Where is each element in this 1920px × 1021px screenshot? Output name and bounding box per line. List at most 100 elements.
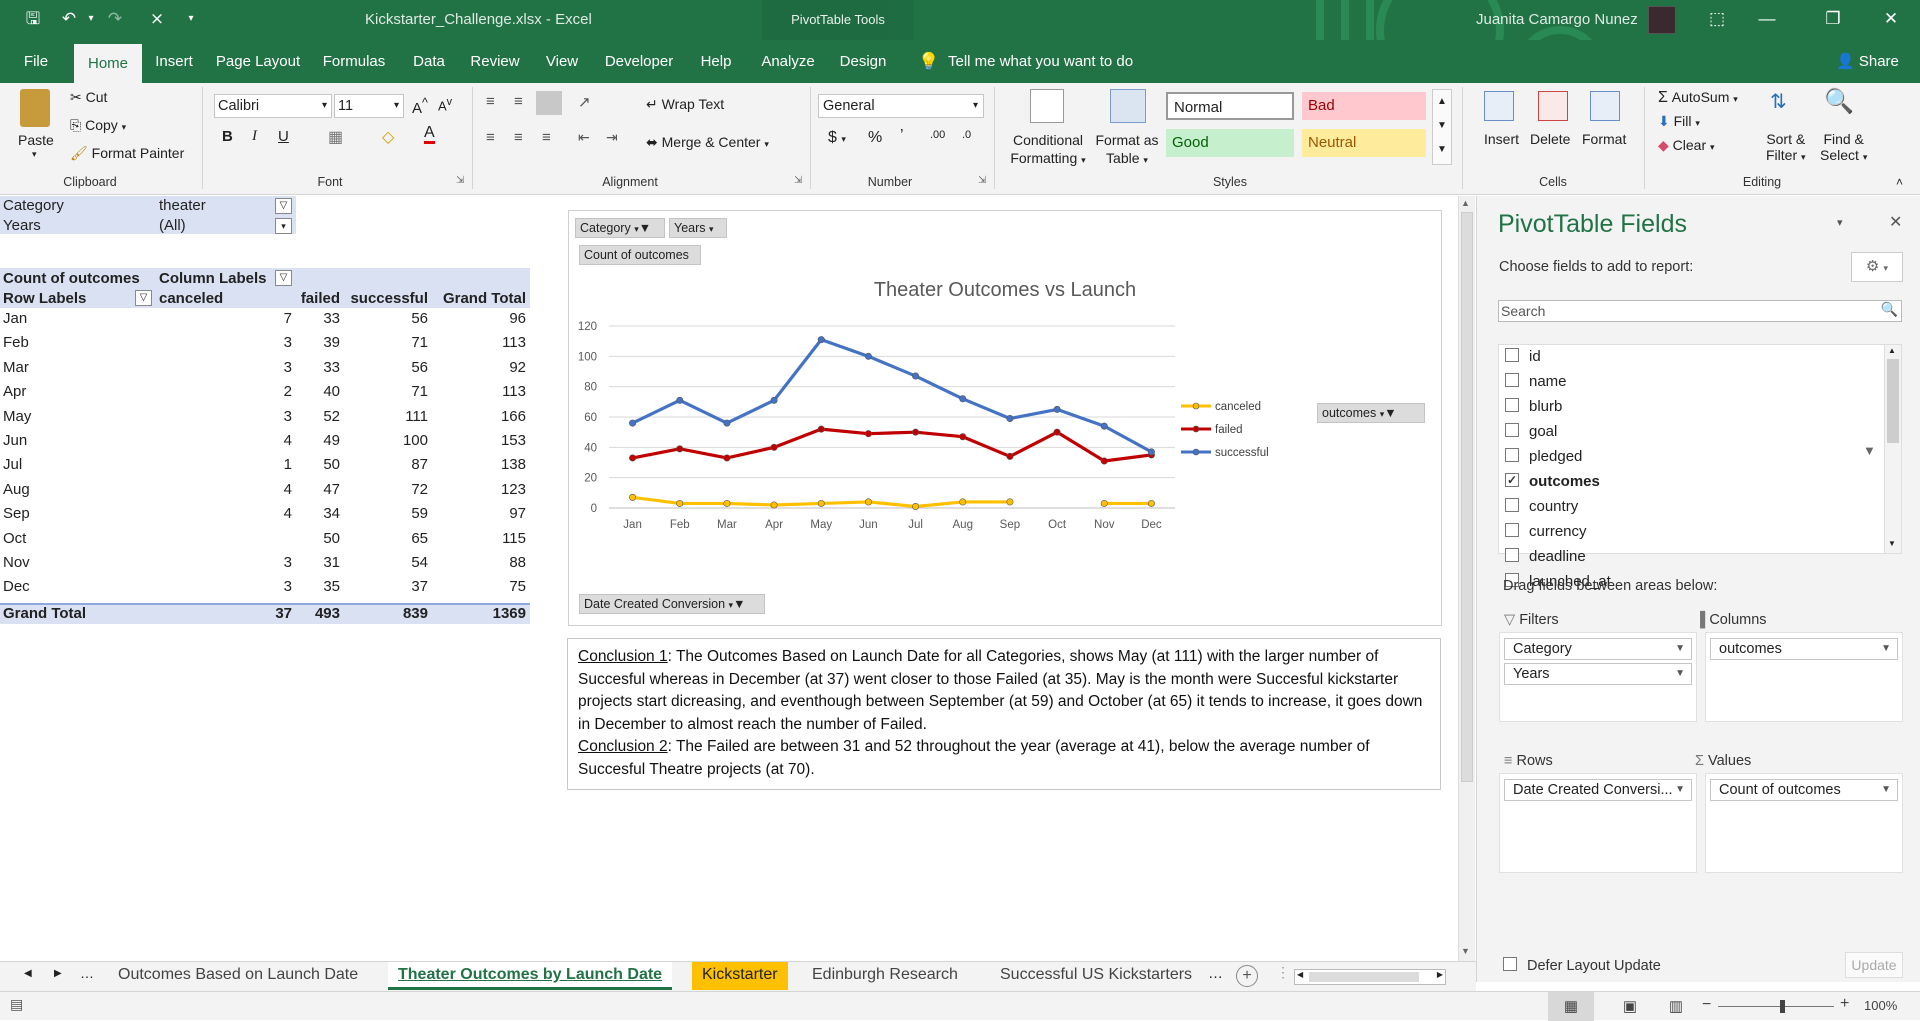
checkbox-icon[interactable] <box>1505 448 1519 463</box>
borders-icon[interactable]: ▦ <box>328 127 343 147</box>
more-sheets-icon[interactable]: … <box>80 965 94 981</box>
share-button[interactable]: 👤 Share <box>1836 52 1899 70</box>
field-item-deadline[interactable]: deadline <box>1505 546 1586 568</box>
field-list-thumb[interactable] <box>1887 359 1899 443</box>
orientation-icon[interactable]: ↗ <box>578 93 591 111</box>
macro-record-icon[interactable]: ▤ <box>10 996 23 1013</box>
paste-button[interactable]: Paste <box>18 132 54 148</box>
increase-indent-icon[interactable]: ⇥ <box>606 129 618 146</box>
minimize-icon[interactable]: — <box>1756 8 1778 30</box>
scroll-left-icon[interactable]: ◀ <box>1297 970 1303 979</box>
panel-settings-button[interactable]: ⚙ ▾ <box>1851 252 1903 282</box>
font-launcher-icon[interactable]: ⇲ <box>456 175 464 186</box>
tab-developer[interactable]: Developer <box>596 40 682 83</box>
align-right-icon[interactable]: ≡ <box>542 129 551 146</box>
insert-cells-icon[interactable] <box>1484 91 1514 121</box>
checkbox-icon[interactable] <box>1505 348 1519 363</box>
scroll-up-icon[interactable]: ▲ <box>1888 346 1896 355</box>
tab-analyze[interactable]: Analyze <box>754 40 822 83</box>
field-item-goal[interactable]: goal <box>1505 421 1557 443</box>
customize-toolbar-icon[interactable]: ▾ <box>180 8 202 30</box>
field-item-country[interactable]: country <box>1505 496 1578 518</box>
page-layout-view-icon[interactable]: ▣ <box>1610 992 1650 1021</box>
rows-item-date[interactable]: Date Created Conversi... ▼ <box>1504 779 1692 801</box>
field-item-currency[interactable]: currency <box>1505 521 1587 543</box>
checkbox-icon[interactable] <box>1505 548 1519 563</box>
checkbox-icon[interactable] <box>1505 373 1519 388</box>
update-button[interactable]: Update <box>1845 952 1903 978</box>
horizontal-scrollbar[interactable]: ◀ ▶ <box>1294 969 1446 985</box>
find-select-button[interactable]: Find & Select ▾ <box>1820 131 1867 165</box>
align-left-icon[interactable]: ≡ <box>486 129 495 146</box>
number-format-select[interactable]: General ▾ <box>818 94 984 118</box>
tab-help[interactable]: Help <box>692 40 740 83</box>
close-icon[interactable]: ✕ <box>1880 8 1902 30</box>
zoom-in-icon[interactable]: + <box>1840 995 1849 1013</box>
increase-decimal-icon[interactable]: .00 <box>930 129 945 141</box>
style-neutral[interactable]: Neutral <box>1302 129 1426 157</box>
bold-icon[interactable]: B <box>222 128 233 145</box>
sort-filter-button[interactable]: Sort & Filter ▾ <box>1766 131 1806 165</box>
avatar[interactable] <box>1648 6 1676 34</box>
percent-icon[interactable]: % <box>868 129 882 147</box>
rows-area[interactable]: Date Created Conversi... ▼ <box>1499 773 1697 873</box>
fill-color-icon[interactable]: ◇ <box>382 127 394 147</box>
field-item-outcomes[interactable]: ✓ outcomes <box>1505 471 1600 493</box>
decrease-indent-icon[interactable]: ⇤ <box>578 129 590 146</box>
conditional-formatting-icon[interactable] <box>1030 89 1064 123</box>
delete-cells-button[interactable]: Delete <box>1530 131 1570 147</box>
horizontal-scroll-thumb[interactable] <box>1309 972 1419 982</box>
format-as-table-icon[interactable] <box>1110 89 1146 123</box>
cut-button[interactable]: ✂ Cut <box>70 89 107 106</box>
format-painter-button[interactable]: 🖌 Format Painter <box>70 145 184 162</box>
save-icon[interactable]: 🖫 <box>22 8 44 30</box>
tab-formulas[interactable]: Formulas <box>318 40 390 83</box>
styles-gallery-scroll[interactable]: ▲ ▼ ▼ <box>1432 89 1452 165</box>
paste-dropdown-icon[interactable]: ▾ <box>32 149 37 160</box>
filters-item-years[interactable]: Years ▼ <box>1504 663 1692 685</box>
worksheet[interactable]: Category theater ▽ Years (All) ▾ Count o… <box>0 196 1462 961</box>
field-item-id[interactable]: id <box>1505 346 1541 368</box>
tab-page-layout[interactable]: Page Layout <box>212 40 304 83</box>
decrease-font-icon[interactable]: Av <box>438 96 452 113</box>
pivot-chart[interactable]: Category ▾▼ Years ▾ Count of outcomes Da… <box>568 210 1442 626</box>
underline-icon[interactable]: U <box>278 128 289 145</box>
columns-item-outcomes[interactable]: outcomes ▼ <box>1710 638 1898 660</box>
sort-filter-icon[interactable]: ⇅ <box>1770 89 1787 114</box>
delete-cells-icon[interactable] <box>1538 91 1568 121</box>
paste-icon[interactable] <box>20 89 50 127</box>
ribbon-display-icon[interactable]: ⬚ <box>1706 8 1728 30</box>
panel-close-icon[interactable]: ✕ <box>1889 212 1902 232</box>
zoom-out-icon[interactable]: − <box>1702 996 1711 1014</box>
zoom-slider[interactable] <box>1718 1006 1834 1007</box>
zoom-slider-thumb[interactable] <box>1780 1000 1785 1013</box>
next-sheet-icon[interactable]: ▶ <box>54 968 62 979</box>
tab-view[interactable]: View <box>538 40 586 83</box>
format-cells-icon[interactable] <box>1590 91 1620 121</box>
outcomes-filter-icon[interactable]: ▼ <box>1863 443 1876 458</box>
font-color-icon[interactable]: A <box>424 125 435 144</box>
columns-area[interactable]: outcomes ▼ <box>1705 632 1903 722</box>
conditional-formatting-button[interactable]: Conditional Formatting ▾ <box>1008 131 1088 169</box>
decrease-decimal-icon[interactable]: .0 <box>962 129 971 141</box>
undo-icon[interactable]: ↶ <box>58 8 80 30</box>
tab-data[interactable]: Data <box>404 40 454 83</box>
add-sheet-icon[interactable]: + <box>1236 965 1258 987</box>
field-search-input[interactable]: Search 🔍 <box>1498 300 1902 322</box>
scroll-up-icon[interactable]: ▲ <box>1461 198 1470 208</box>
tab-insert[interactable]: Insert <box>150 40 198 83</box>
align-top-icon[interactable]: ≡ <box>486 93 495 110</box>
clear-filter-icon[interactable]: ⨯ <box>146 8 168 30</box>
defer-layout-checkbox[interactable]: Defer Layout Update <box>1503 957 1661 974</box>
values-area[interactable]: Count of outcomes ▼ <box>1705 773 1903 873</box>
sheet-tab-kickstarter[interactable]: Kickstarter <box>692 962 788 990</box>
font-name-select[interactable]: Calibri ▾ <box>214 94 332 118</box>
format-as-table-button[interactable]: Format as Table ▾ <box>1090 131 1164 169</box>
wrap-text-button[interactable]: ↵ Wrap Text <box>646 96 724 113</box>
style-normal[interactable]: Normal <box>1166 92 1294 120</box>
align-middle-icon[interactable]: ≡ <box>514 93 523 110</box>
style-good[interactable]: Good <box>1166 129 1294 157</box>
checkbox-icon[interactable] <box>1505 523 1519 538</box>
field-item-name[interactable]: name <box>1505 371 1567 393</box>
number-launcher-icon[interactable]: ⇲ <box>978 175 986 186</box>
